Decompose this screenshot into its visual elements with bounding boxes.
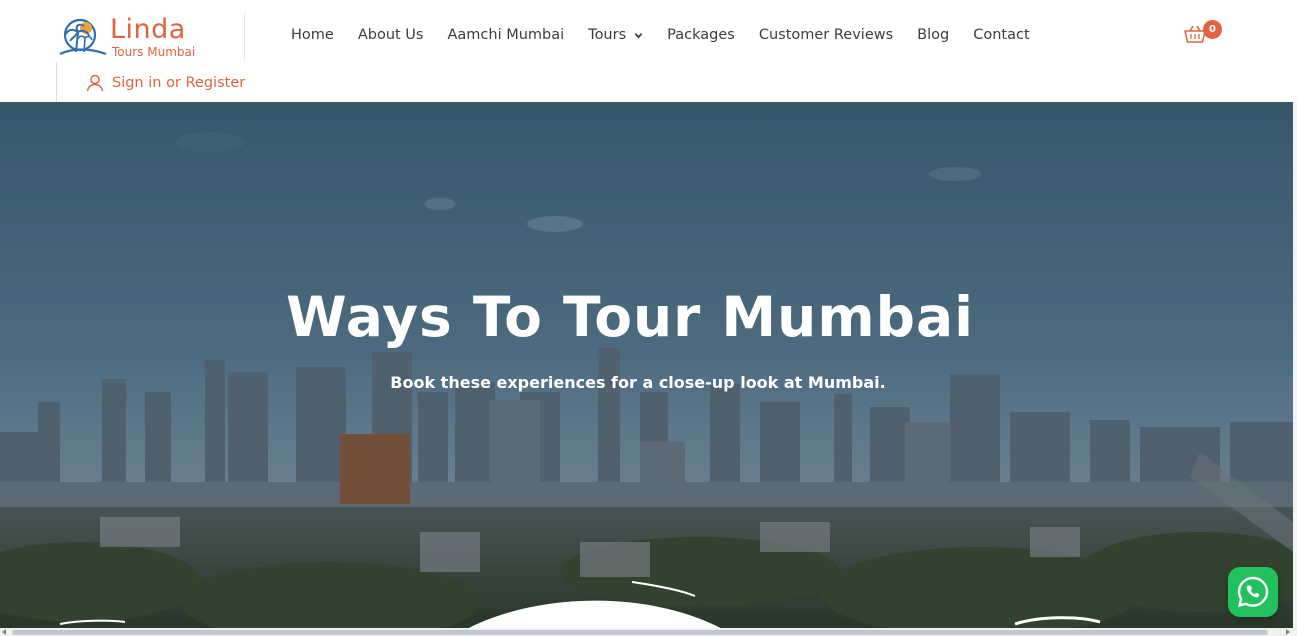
scroll-left-arrow-icon[interactable] — [2, 629, 6, 635]
nav-aamchi-mumbai-label: Aamchi Mumbai — [447, 27, 565, 43]
nav-aamchi-mumbai[interactable]: Aamchi Mumbai — [447, 27, 564, 43]
scrollbar-thumb[interactable] — [12, 630, 1268, 635]
nav-tours-label: Tours — [588, 27, 627, 43]
brand-title: Linda — [110, 14, 186, 45]
palm-tree-logo-icon — [59, 18, 107, 56]
nav-packages-label: Packages — [667, 27, 735, 43]
site-header: Linda Tours Mumbai Home About Us Aamchi … — [0, 0, 1297, 110]
nav-about-us[interactable]: About Us — [358, 27, 424, 43]
whatsapp-button[interactable] — [1228, 567, 1278, 617]
chevron-down-icon — [634, 32, 643, 38]
nav-about-us-label: About Us — [357, 27, 424, 43]
hero-banner: Ways To Tour Mumbai Book these experienc… — [0, 102, 1293, 636]
hero-title: Ways To Tour Mumbai — [286, 285, 974, 349]
mumbai-skyline-image — [0, 102, 1293, 636]
nav-contact-label: Contact — [973, 27, 1030, 43]
header-divider — [244, 12, 245, 62]
page-scroll-track — [1293, 102, 1297, 628]
brand-subtitle: Tours Mumbai — [112, 45, 196, 59]
whatsapp-icon — [1237, 576, 1269, 608]
nav-tours[interactable]: Tours — [588, 27, 643, 43]
nav-home[interactable]: Home — [291, 27, 334, 43]
nav-customer-reviews[interactable]: Customer Reviews — [759, 27, 893, 43]
cart-count-badge: 0 — [1203, 20, 1222, 39]
site-logo[interactable]: Linda Tours Mumbai — [56, 12, 226, 62]
hero-subtitle: Book these experiences for a close-up lo… — [390, 373, 886, 392]
user-icon — [86, 74, 104, 92]
nav-contact[interactable]: Contact — [973, 27, 1029, 43]
nav-packages[interactable]: Packages — [667, 27, 735, 43]
nav-customer-reviews-label: Customer Reviews — [758, 27, 894, 43]
cart-button[interactable]: 0 — [1181, 20, 1225, 46]
nav-blog[interactable]: Blog — [917, 27, 949, 43]
nav-home-label: Home — [291, 27, 334, 43]
main-nav: Home About Us Aamchi Mumbai Tours Packag… — [291, 24, 1030, 46]
sign-in-link[interactable]: Sign in or Register — [86, 74, 245, 92]
scroll-right-arrow-icon[interactable] — [1286, 629, 1290, 635]
horizontal-scrollbar[interactable] — [0, 628, 1297, 636]
nav-blog-label: Blog — [917, 27, 950, 43]
sign-in-label: Sign in or Register — [112, 75, 246, 91]
